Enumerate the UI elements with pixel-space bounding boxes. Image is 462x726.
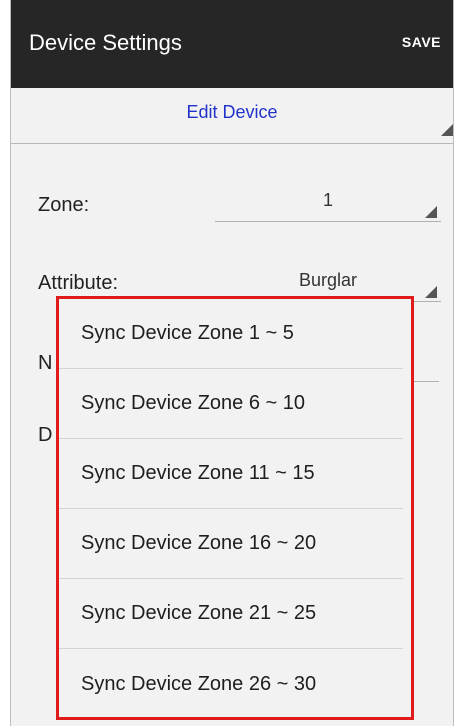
sync-zone-dropdown: Sync Device Zone 1 ~ 5 Sync Device Zone … [56, 296, 414, 720]
edit-device-label: Edit Device [186, 102, 278, 122]
zone-label: Zone: [38, 194, 90, 216]
zone-spinner[interactable]: 1 [215, 190, 441, 222]
sync-zone-item-label: Sync Device Zone 1 ~ 5 [81, 322, 294, 344]
spinner-arrow-icon [441, 124, 453, 136]
sync-zone-item[interactable]: Sync Device Zone 1 ~ 5 [59, 299, 403, 369]
name-label: N [38, 352, 53, 374]
sync-zone-item-label: Sync Device Zone 16 ~ 20 [81, 532, 317, 554]
edit-device-spinner[interactable]: Edit Device [11, 88, 453, 144]
sync-zone-item-label: Sync Device Zone 11 ~ 15 [81, 462, 315, 484]
sync-zone-list: Sync Device Zone 1 ~ 5 Sync Device Zone … [59, 299, 411, 719]
sync-zone-item[interactable]: Sync Device Zone 16 ~ 20 [59, 509, 403, 579]
sync-zone-item[interactable]: Sync Device Zone 6 ~ 10 [59, 369, 403, 439]
sync-zone-item[interactable]: Sync Device Zone 11 ~ 15 [59, 439, 403, 509]
sync-zone-item[interactable]: Sync Device Zone 26 ~ 30 [59, 649, 403, 719]
sync-zone-item[interactable]: Sync Device Zone 21 ~ 25 [59, 579, 403, 649]
action-bar: Device Settings SAVE [11, 0, 453, 88]
sync-zone-item-label: Sync Device Zone 21 ~ 25 [81, 602, 317, 624]
page-title: Device Settings [29, 30, 182, 55]
zone-value: 1 [322, 190, 333, 210]
sync-zone-item-label: Sync Device Zone 26 ~ 30 [81, 672, 317, 695]
spinner-arrow-icon [425, 286, 437, 298]
save-button[interactable]: SAVE [402, 34, 441, 50]
spinner-arrow-icon [425, 206, 437, 218]
attribute-label: Attribute: [38, 272, 119, 294]
sync-zone-item-label: Sync Device Zone 6 ~ 10 [81, 392, 306, 414]
device-label: D [38, 424, 53, 446]
app-screen: Device Settings SAVE Edit Device Zone: 1… [10, 0, 454, 726]
attribute-value: Burglar [298, 270, 358, 290]
